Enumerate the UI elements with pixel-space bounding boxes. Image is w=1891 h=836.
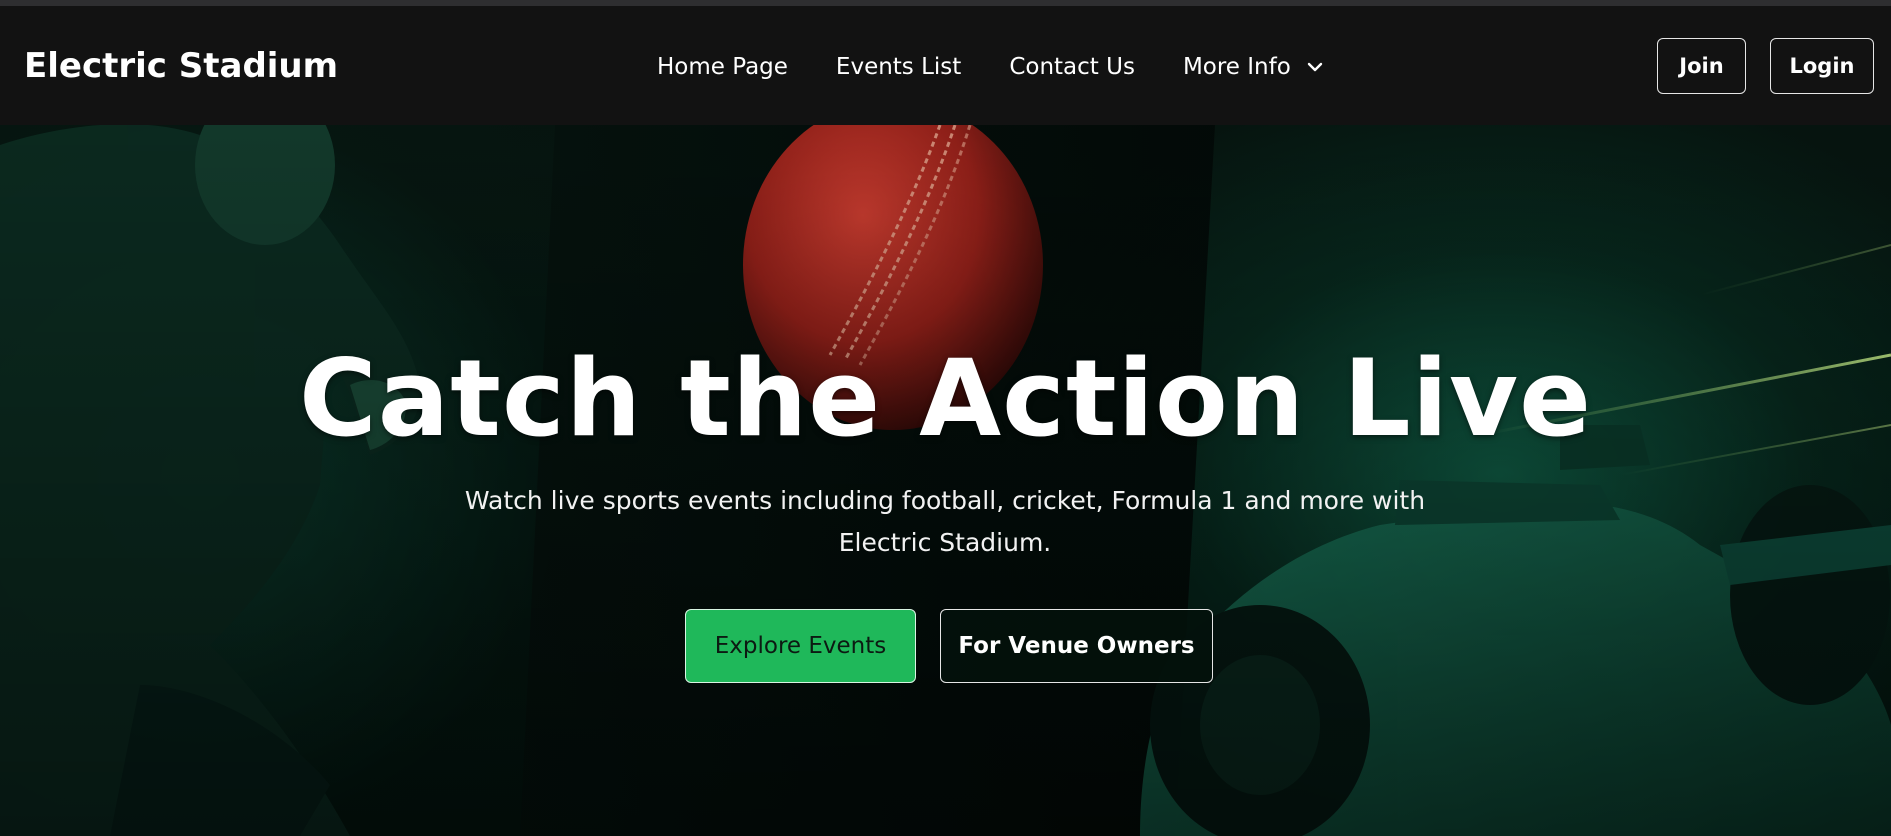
nav-link-events[interactable]: Events List (836, 54, 961, 80)
explore-events-button[interactable]: Explore Events (685, 609, 916, 683)
chevron-down-icon (1307, 62, 1322, 72)
hero-subtitle: Watch live sports events including footb… (464, 486, 1426, 557)
login-button[interactable]: Login (1770, 38, 1874, 94)
nav-link-home[interactable]: Home Page (657, 54, 788, 80)
nav-link-contact[interactable]: Contact Us (1009, 54, 1135, 80)
venue-owners-button[interactable]: For Venue Owners (940, 609, 1213, 683)
brand-logo[interactable]: Electric Stadium (24, 46, 338, 86)
hero-section: Catch the Action Live Watch live sports … (0, 125, 1891, 836)
nav-dropdown-more-info[interactable]: More Info (1183, 54, 1325, 80)
main-nav: Home Page Events List Contact Us More In… (657, 54, 1325, 80)
join-button[interactable]: Join (1657, 38, 1746, 94)
nav-link-more-info-label: More Info (1182, 54, 1291, 80)
navbar: Electric Stadium Home Page Events List C… (0, 6, 1891, 125)
hero-title: Catch the Action Live (298, 337, 1593, 460)
